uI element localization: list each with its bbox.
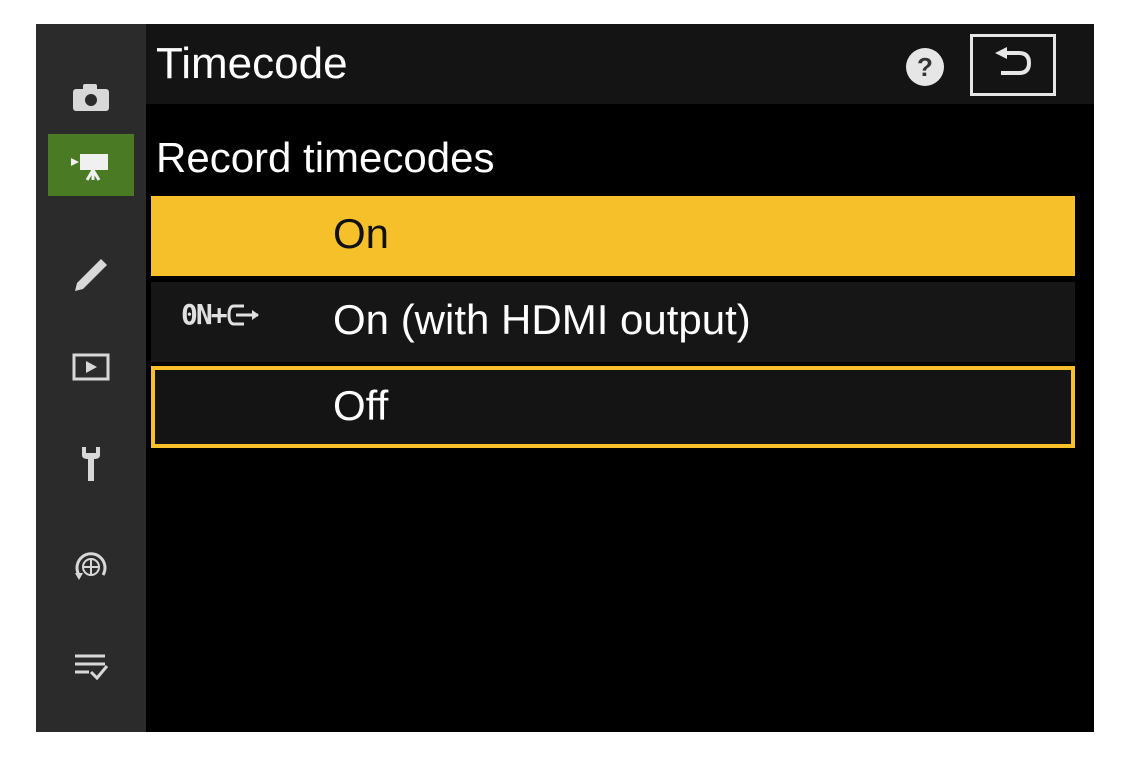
on-plus-hdmi-icon: 0N+ xyxy=(181,298,260,331)
return-arrow-icon xyxy=(995,47,1032,75)
option-label: On (with HDMI output) xyxy=(333,296,751,343)
help-icon: ? xyxy=(917,52,933,82)
tab-setup[interactable] xyxy=(48,432,134,494)
camera-icon xyxy=(73,84,109,111)
page-title: Timecode xyxy=(156,39,348,88)
tab-photo-shooting[interactable] xyxy=(48,66,134,128)
tab-custom-settings[interactable] xyxy=(48,244,134,306)
menu-tab-column xyxy=(36,24,146,732)
option-off[interactable]: Off xyxy=(151,366,1075,448)
option-label: Off xyxy=(333,382,389,429)
tab-movie-shooting[interactable] xyxy=(48,134,134,196)
pencil-icon xyxy=(75,259,107,291)
tab-playback[interactable] xyxy=(48,336,134,398)
movie-camera-icon xyxy=(71,154,108,181)
menu-header: Timecode ? xyxy=(146,24,1094,104)
camera-menu-screen: Timecode ? Record timecodes On 0N+ On (w… xyxy=(36,24,1094,732)
section-subtitle: Record timecodes xyxy=(156,134,495,181)
tab-network[interactable] xyxy=(48,536,134,598)
hdmi-plug-icon xyxy=(227,304,259,325)
back-button[interactable] xyxy=(970,34,1056,96)
help-button[interactable]: ? xyxy=(906,48,944,86)
network-icon xyxy=(75,552,107,580)
option-on[interactable]: On xyxy=(151,196,1075,276)
my-menu-icon xyxy=(75,654,109,681)
tab-my-menu[interactable] xyxy=(48,636,134,698)
option-label: On xyxy=(333,210,390,257)
wrench-icon xyxy=(82,447,100,481)
option-on-with-hdmi[interactable]: 0N+ On (with HDMI output) xyxy=(151,282,1075,362)
playback-icon xyxy=(72,353,110,381)
